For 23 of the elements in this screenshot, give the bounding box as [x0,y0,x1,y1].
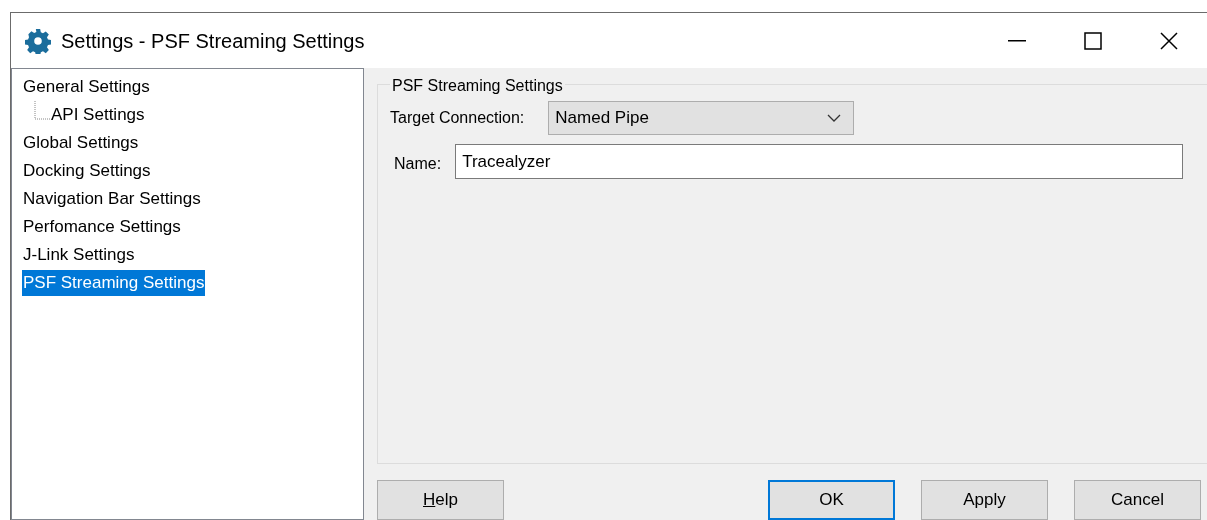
window-title: Settings - PSF Streaming Settings [61,28,365,54]
tree-item[interactable]: General Settings [22,74,151,100]
name-field[interactable]: Tracealyzer [455,144,1184,179]
close-icon [1160,31,1178,50]
tree-item[interactable]: Perfomance Settings [22,214,182,240]
field-label: Name: [394,153,442,174]
dialog-button[interactable]: Help [377,480,504,520]
tree-item[interactable]: API Settings [50,102,146,128]
field-label: Target Connection: [390,108,525,128]
tree-item[interactable]: PSF Streaming Settings [22,270,206,296]
tree-item[interactable]: Navigation Bar Settings [22,186,202,212]
dialog-button[interactable]: Apply [921,480,1048,520]
tree-item[interactable]: Global Settings [22,130,140,156]
tree-line [34,101,50,121]
tree-item[interactable]: Docking Settings [22,158,152,184]
gear-icon [25,27,51,54]
maximize-icon [1084,31,1102,50]
connection-dropdown[interactable]: Named Pipe [548,101,855,135]
tree-item[interactable]: J-Link Settings [22,242,136,268]
chevron-down-icon [827,114,842,122]
dialog-button[interactable]: Cancel [1074,480,1201,520]
minimize-icon [1008,39,1026,42]
dialog-button[interactable]: OK [768,480,895,520]
